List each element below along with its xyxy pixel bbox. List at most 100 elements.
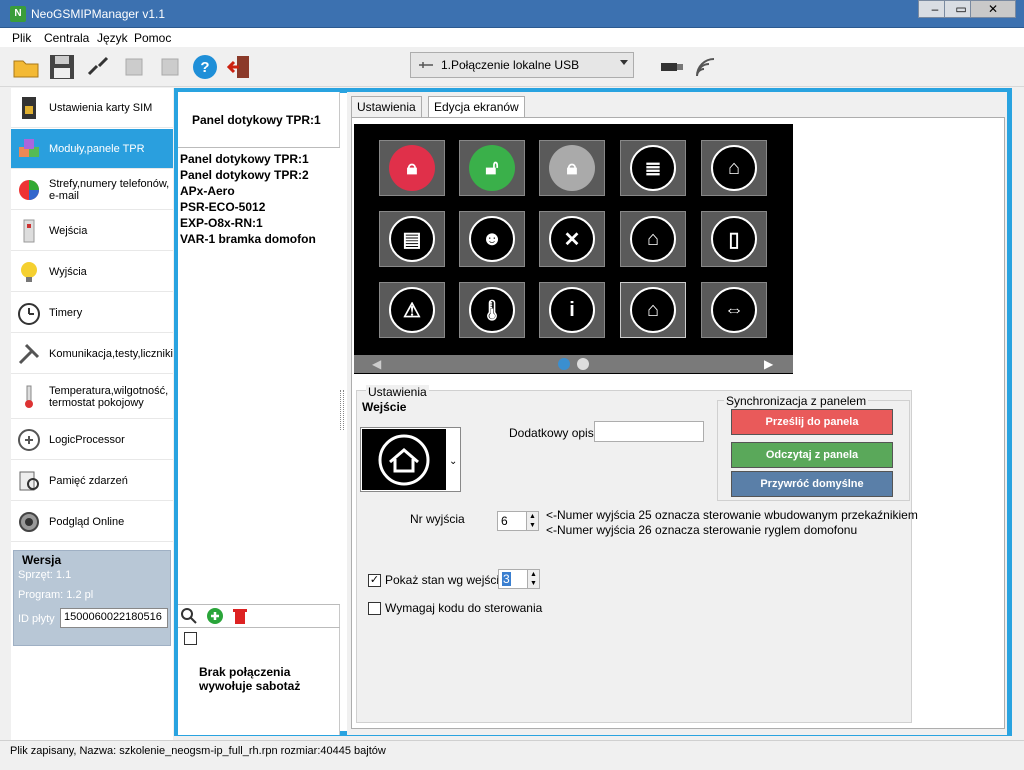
info-icon: i (549, 287, 595, 333)
prev-arrow-icon[interactable]: ◀ (372, 357, 381, 371)
event-memory-icon (19, 471, 39, 490)
read-from-panel-button[interactable]: Odczytaj z panela (731, 442, 893, 468)
sidebar: Ustawienia karty SIM Moduły,panele TPR S… (11, 88, 173, 748)
sidebar-item-online-view[interactable]: Podgląd Online (11, 502, 173, 542)
chevron-down-icon[interactable] (620, 60, 628, 65)
sidebar-item-modules[interactable]: Moduły,panele TPR (11, 129, 173, 169)
sidebar-item-label: Moduły,panele TPR (49, 142, 145, 155)
list-item[interactable]: APx-Aero (180, 183, 235, 199)
delete-icon[interactable] (232, 607, 248, 625)
page-dot-active[interactable] (558, 358, 570, 370)
padlock-open-icon: 🔓︎ (469, 145, 515, 191)
warning-tile[interactable]: ⚠︎ (379, 282, 445, 338)
version-panel: Wersja Sprzęt: 1.1 Program: 1.2 pl ID pł… (13, 550, 171, 646)
sidebar-item-label: Ustawienia karty SIM (49, 101, 153, 114)
tab-ustawienia[interactable]: Ustawienia (351, 96, 422, 118)
list-info-icon: ≣ (630, 145, 676, 191)
list-tile[interactable]: ≣ (620, 140, 686, 196)
device-list: Panel dotykowy TPR:1 Panel dotykowy TPR:… (178, 147, 340, 605)
lock-red-tile[interactable]: 🔒︎ (379, 140, 445, 196)
add-icon[interactable] (206, 607, 224, 625)
wireless-icon (689, 51, 721, 83)
open-folder-icon[interactable] (10, 51, 42, 83)
menu-jezyk[interactable]: Język (97, 31, 128, 45)
help-icon[interactable]: ? (189, 51, 221, 83)
search-icon[interactable] (180, 607, 198, 625)
send-to-panel-button[interactable]: Prześlij do panela (731, 409, 893, 435)
sync-group-title: Synchronizacja z panelem (724, 394, 869, 408)
bulb-icon (21, 261, 37, 282)
output-number-stepper[interactable]: 6 ▲ ▼ (497, 511, 539, 531)
house-search-tile[interactable]: ⌂ (701, 140, 767, 196)
app-icon: N (10, 6, 26, 22)
sidebar-item-event-memory[interactable]: Pamięć zdarzeń (11, 461, 173, 501)
output-note-relay: <-Numer wyjścia 25 oznacza sterowanie wb… (546, 508, 918, 522)
show-state-checkbox[interactable]: ✓ (368, 574, 381, 587)
thermo-tile[interactable]: 🌡︎ (459, 282, 525, 338)
list-item[interactable]: Panel dotykowy TPR:1 (180, 151, 309, 167)
sidebar-item-label: Temperatura,wilgotność, termostat pokojo… (49, 384, 169, 409)
sidebar-item-label: Komunikacja,testy,liczniki (49, 347, 173, 360)
svg-text:?: ? (200, 59, 209, 76)
restore-defaults-button[interactable]: Przywróć domyślne (731, 471, 893, 497)
thermometer-icon (25, 385, 33, 408)
sidebar-item-label: Timery (49, 306, 83, 319)
show-state-stepper[interactable]: 3 ▲ ▼ (498, 569, 540, 589)
info-tile[interactable]: i (539, 282, 605, 338)
status-text: Plik zapisany, Nazwa: szkolenie_neogsm-i… (10, 745, 386, 757)
menu-plik[interactable]: Plik (12, 31, 31, 45)
lock-grey-tile[interactable]: 🔒︎ (539, 140, 605, 196)
list-item[interactable]: PSR-ECO-5012 (180, 199, 265, 215)
chip-upload-icon[interactable] (118, 51, 150, 83)
chip-download-icon[interactable] (154, 51, 186, 83)
extra-desc-input[interactable] (594, 421, 704, 442)
spin-up-icon[interactable]: ▲ (526, 512, 538, 521)
list-item[interactable]: VAR-1 bramka domofon (180, 231, 316, 247)
list-item[interactable]: Panel dotykowy TPR:2 (180, 167, 309, 183)
tools-tile[interactable]: ✕ (539, 211, 605, 267)
sabotage-checkbox[interactable] (184, 632, 197, 645)
splitter-handle[interactable] (340, 390, 344, 430)
save-icon[interactable] (46, 51, 78, 83)
link-icon[interactable] (82, 51, 114, 83)
spin-down-icon[interactable]: ▼ (526, 521, 538, 530)
type-label: Wejście (362, 400, 407, 414)
tab-edycja-ekranow[interactable]: Edycja ekranów (428, 96, 525, 118)
document-icon: ▤ (389, 216, 435, 262)
show-state-value: 3 (502, 572, 511, 586)
icon-select[interactable]: ⌄ (360, 427, 461, 492)
menu-centrala[interactable]: Centrala (44, 31, 89, 45)
spin-down-icon[interactable]: ▼ (527, 579, 539, 588)
sidebar-item-timers[interactable]: Timery (11, 293, 173, 333)
output-note-lock: <-Numer wyjścia 26 oznacza sterowanie ry… (546, 523, 858, 537)
close-button[interactable]: ✕ (970, 0, 1016, 18)
connection-select[interactable]: 1.Połączenie lokalne USB (410, 52, 634, 78)
doc-tile[interactable]: ▤ (379, 211, 445, 267)
tools-icon: ✕ (549, 216, 595, 262)
menu-pomoc[interactable]: Pomoc (134, 31, 171, 45)
board-id-field[interactable]: 1500060022180516 (60, 608, 168, 628)
next-arrow-icon[interactable]: ▶ (764, 357, 773, 371)
gate-icon: ⇔ (711, 287, 757, 333)
spin-up-icon[interactable]: ▲ (527, 570, 539, 579)
sidebar-item-inputs[interactable]: Wejścia (11, 211, 173, 251)
sidebar-item-communication[interactable]: Komunikacja,testy,liczniki (11, 334, 173, 374)
require-code-checkbox[interactable] (368, 602, 381, 615)
doc-search-tile[interactable]: ▯ (701, 211, 767, 267)
page-dot[interactable] (577, 358, 589, 370)
sidebar-item-temperature[interactable]: Temperatura,wilgotność, termostat pokojo… (11, 375, 173, 419)
list-item[interactable]: EXP-O8x-RN:1 (180, 215, 263, 231)
sidebar-item-sim[interactable]: Ustawienia karty SIM (11, 88, 173, 128)
lock-green-tile[interactable]: 🔓︎ (459, 140, 525, 196)
house-x-tile[interactable]: ⌂ (620, 211, 686, 267)
sidebar-item-logic[interactable]: LogicProcessor (11, 420, 173, 460)
users-tile[interactable]: ☻ (459, 211, 525, 267)
connection-select-value: 1.Połączenie lokalne USB (441, 58, 580, 72)
sidebar-item-zones[interactable]: Strefy,numery telefonów, e-mail (11, 170, 173, 210)
sidebar-item-outputs[interactable]: Wyjścia (11, 252, 173, 292)
require-code-label: Wymagaj kodu do sterowania (385, 601, 543, 615)
exit-icon[interactable] (224, 51, 256, 83)
house-tile[interactable]: ⌂ (620, 282, 686, 338)
sidebar-item-label: Pamięć zdarzeń (49, 474, 128, 487)
gate-tile[interactable]: ⇔ (701, 282, 767, 338)
